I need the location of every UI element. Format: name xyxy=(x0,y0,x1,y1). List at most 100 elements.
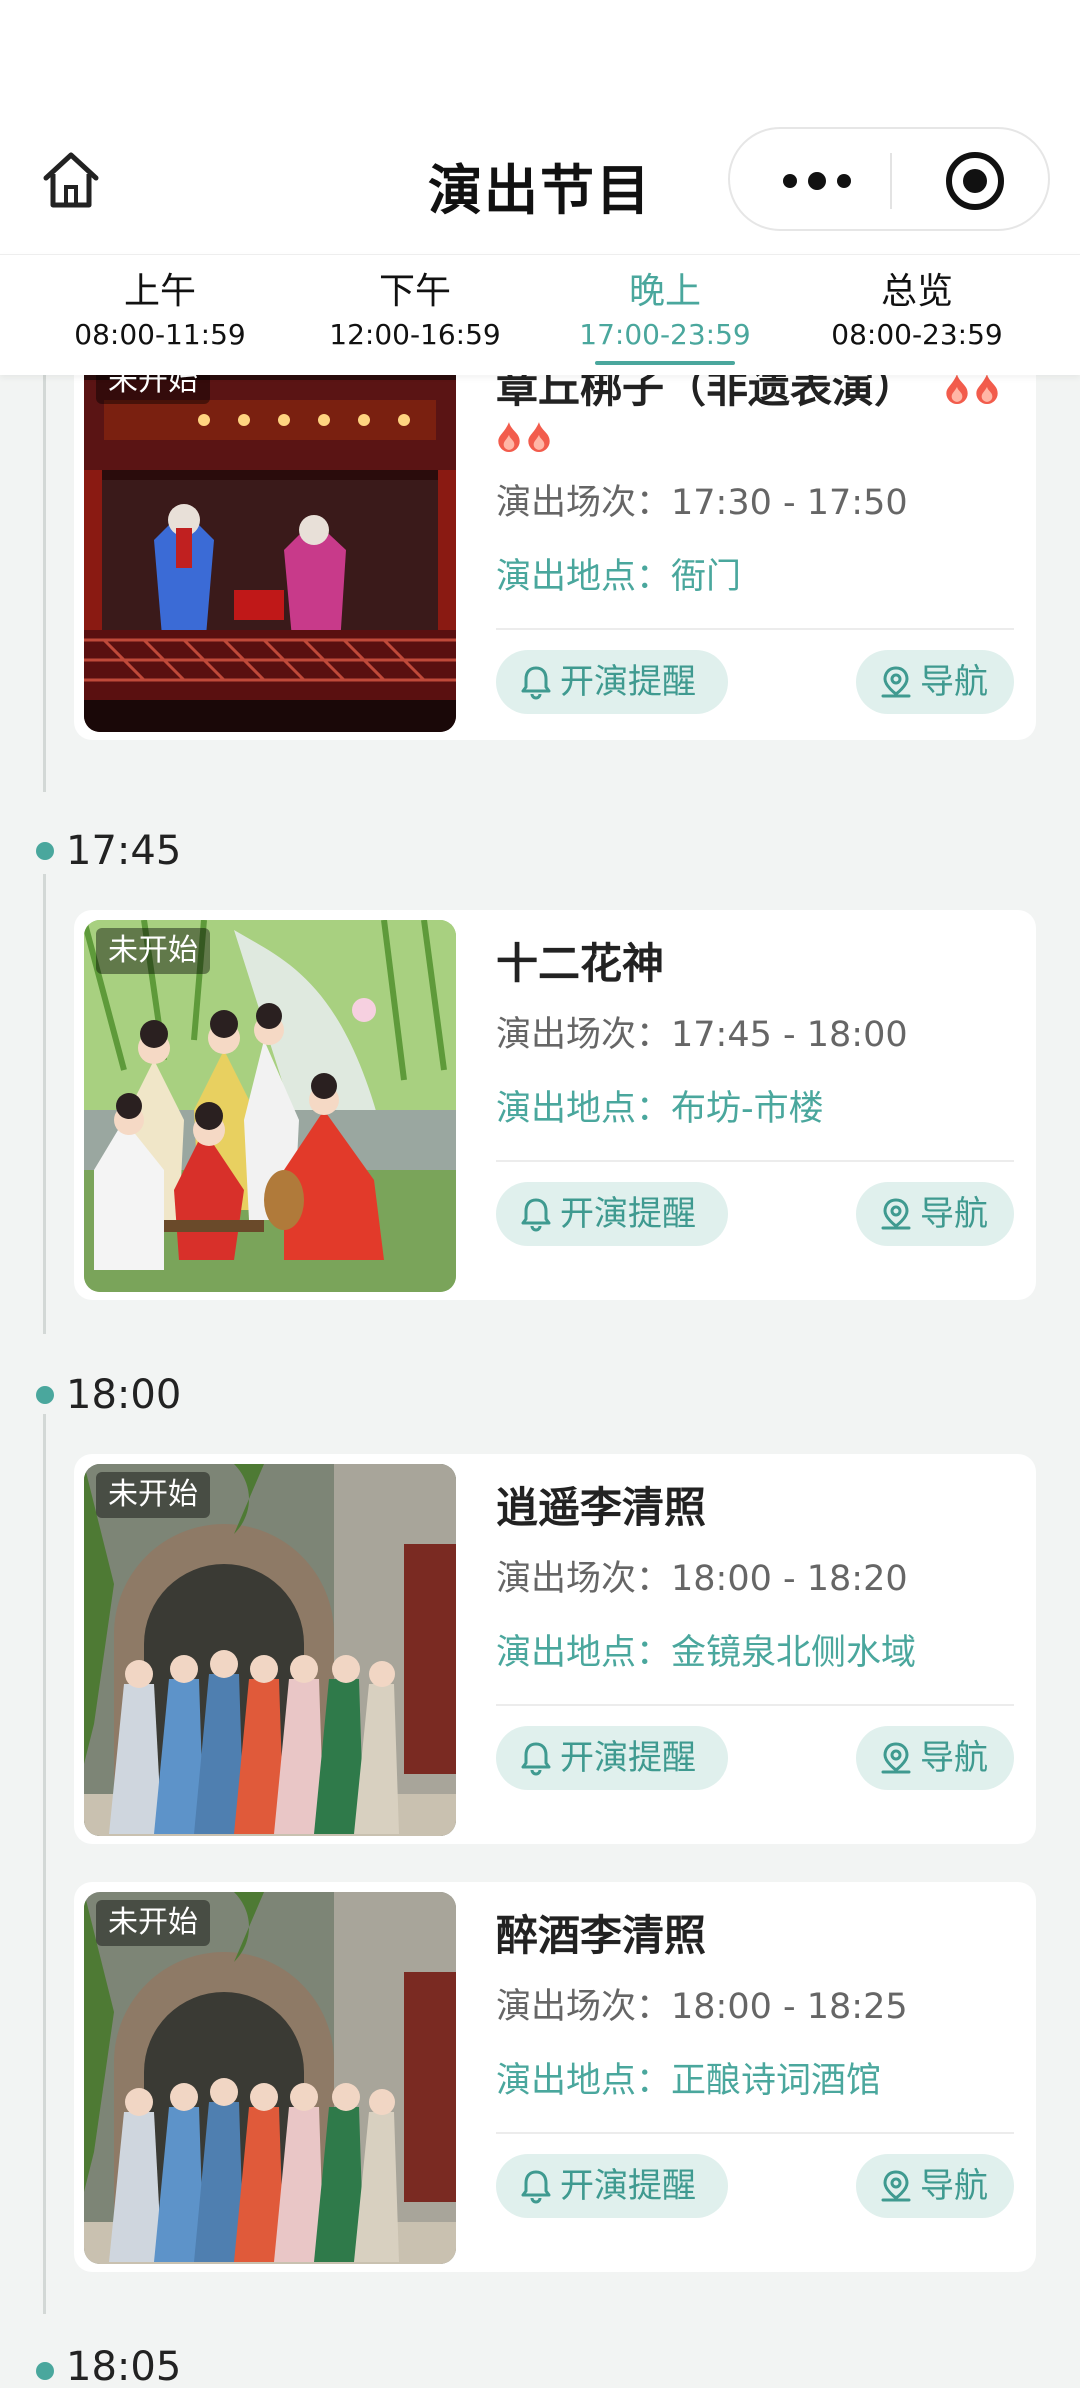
more-options-icon[interactable] xyxy=(772,161,862,201)
remind-button[interactable]: 开演提醒 xyxy=(496,1726,728,1790)
close-target-icon[interactable] xyxy=(943,149,1007,213)
location-pin-icon xyxy=(881,666,911,698)
show-session: 演出场次：18:00 - 18:25 xyxy=(496,1984,908,2030)
card-divider xyxy=(496,2132,1014,2134)
location-pin-icon xyxy=(881,2170,911,2202)
show-image-archway-performers xyxy=(84,1464,456,1836)
show-title: 逍遥李清照 xyxy=(496,1483,707,1532)
session-label: 演出场次： xyxy=(496,1015,672,1055)
top-nav-bar: 演出节目 xyxy=(0,0,1080,254)
show-card[interactable]: 未开始 醉酒李清照 演出场次：18:00 - 18:25 演出地点：正酿诗词酒馆… xyxy=(74,1882,1036,2272)
tab-time-range: 08:00-11:59 xyxy=(74,318,246,351)
location-name: 金镜泉北侧水域 xyxy=(671,1633,917,1673)
session-time: 17:30 - 17:50 xyxy=(671,483,908,523)
show-image-flower-goddess xyxy=(84,920,456,1292)
show-session: 演出场次：17:45 - 18:00 xyxy=(496,1012,908,1058)
location-name: 衙门 xyxy=(671,557,742,597)
remind-label: 开演提醒 xyxy=(560,1738,696,1778)
show-location: 演出地点：布坊-市楼 xyxy=(496,1086,824,1132)
hot-flames xyxy=(496,420,552,452)
session-label: 演出场次： xyxy=(496,1559,672,1599)
location-label: 演出地点： xyxy=(496,1633,672,1673)
location-label: 演出地点： xyxy=(496,1089,672,1129)
location-pin-icon xyxy=(881,1198,911,1230)
tab-label: 上午 xyxy=(123,271,196,312)
show-title: 醉酒李清照 xyxy=(496,1911,707,1960)
timeline-dot xyxy=(36,2362,54,2380)
show-location: 演出地点：金镜泉北侧水域 xyxy=(496,1630,916,1676)
status-badge: 未开始 xyxy=(96,374,210,404)
remind-button[interactable]: 开演提醒 xyxy=(496,1182,728,1246)
flame-icon xyxy=(946,374,968,404)
navigate-button[interactable]: 导航 xyxy=(856,2154,1014,2218)
timeline-time: 17:45 xyxy=(66,828,182,874)
remind-label: 开演提醒 xyxy=(560,1194,696,1234)
remind-button[interactable]: 开演提醒 xyxy=(496,650,728,714)
location-pin-icon xyxy=(881,1742,911,1774)
bell-icon xyxy=(521,666,551,700)
bell-icon xyxy=(521,1198,551,1232)
tab-label: 晚上 xyxy=(628,271,701,312)
remind-label: 开演提醒 xyxy=(560,662,696,702)
tab-time-range: 08:00-23:59 xyxy=(831,318,1003,351)
hot-flames xyxy=(944,374,1000,404)
miniprogram-capsule xyxy=(728,127,1050,231)
bell-icon xyxy=(521,2170,551,2204)
timeline-time: 18:00 xyxy=(66,1372,182,1418)
location-label: 演出地点： xyxy=(496,2061,672,2101)
bell-icon xyxy=(521,1742,551,1776)
nav-label: 导航 xyxy=(920,1194,988,1234)
card-divider xyxy=(496,1704,1014,1706)
show-location: 演出地点：衙门 xyxy=(496,554,741,600)
location-name: 布坊-市楼 xyxy=(671,1089,824,1129)
show-session: 演出场次：17:30 - 17:50 xyxy=(496,480,908,526)
capsule-divider xyxy=(890,153,892,209)
show-title: 十二花神 xyxy=(496,939,665,988)
tab-afternoon[interactable]: 下午 12:00-16:59 xyxy=(290,269,540,355)
show-title: 章丘梆子（非遗表演） xyxy=(496,374,917,412)
tab-morning[interactable]: 上午 08:00-11:59 xyxy=(35,269,285,355)
location-name: 正酿诗词酒馆 xyxy=(671,2061,882,2101)
session-label: 演出场次： xyxy=(496,1987,672,2027)
timeline-time: 18:05 xyxy=(66,2344,182,2388)
show-location: 演出地点：正酿诗词酒馆 xyxy=(496,2058,881,2104)
tab-time-range: 12:00-16:59 xyxy=(329,318,501,351)
timeline-line xyxy=(43,1414,46,2314)
show-card[interactable]: 未开始 十二花神 演出场次：17:45 - 18:00 演出地点：布坊-市楼 开… xyxy=(74,910,1036,1300)
nav-label: 导航 xyxy=(920,1738,988,1778)
tab-label: 总览 xyxy=(880,271,953,312)
session-time: 18:00 - 18:25 xyxy=(671,1987,908,2027)
navigate-button[interactable]: 导航 xyxy=(856,1726,1014,1790)
flame-icon xyxy=(498,422,520,452)
card-divider xyxy=(496,1160,1014,1162)
navigate-button[interactable]: 导航 xyxy=(856,1182,1014,1246)
tab-indicator xyxy=(595,361,735,365)
timeline-dot xyxy=(36,1386,54,1404)
show-card[interactable]: 未开始 章丘梆子（非遗表演） 演出场次：17:30 - 17:50 演出地点：衙… xyxy=(74,374,1036,740)
nav-label: 导航 xyxy=(920,2166,988,2206)
show-card[interactable]: 未开始 逍遥李清照 演出场次：18:00 - 18:20 演出地点：金镜泉北侧水… xyxy=(74,1454,1036,1844)
timeline-line xyxy=(43,374,46,792)
card-divider xyxy=(496,628,1014,630)
remind-label: 开演提醒 xyxy=(560,2166,696,2206)
remind-button[interactable]: 开演提醒 xyxy=(496,2154,728,2218)
status-badge: 未开始 xyxy=(96,1472,210,1518)
nav-label: 导航 xyxy=(920,662,988,702)
location-label: 演出地点： xyxy=(496,557,672,597)
flame-icon xyxy=(528,422,550,452)
session-time: 18:00 - 18:20 xyxy=(671,1559,908,1599)
session-time: 17:45 - 18:00 xyxy=(671,1015,908,1055)
tab-time-range: 17:00-23:59 xyxy=(579,318,751,351)
timeline-line xyxy=(43,874,46,1334)
navigate-button[interactable]: 导航 xyxy=(856,650,1014,714)
timeline-dot xyxy=(36,842,54,860)
status-badge: 未开始 xyxy=(96,928,210,974)
show-image-opera-stage xyxy=(84,374,456,732)
tab-overview[interactable]: 总览 08:00-23:59 xyxy=(792,269,1042,355)
status-badge: 未开始 xyxy=(96,1900,210,1946)
show-timeline[interactable]: 未开始 章丘梆子（非遗表演） 演出场次：17:30 - 17:50 演出地点：衙… xyxy=(0,374,1080,2388)
show-session: 演出场次：18:00 - 18:20 xyxy=(496,1556,908,1602)
show-image-archway-performers xyxy=(84,1892,456,2264)
tab-evening[interactable]: 晚上 17:00-23:59 xyxy=(540,269,790,365)
tab-label: 下午 xyxy=(378,271,451,312)
